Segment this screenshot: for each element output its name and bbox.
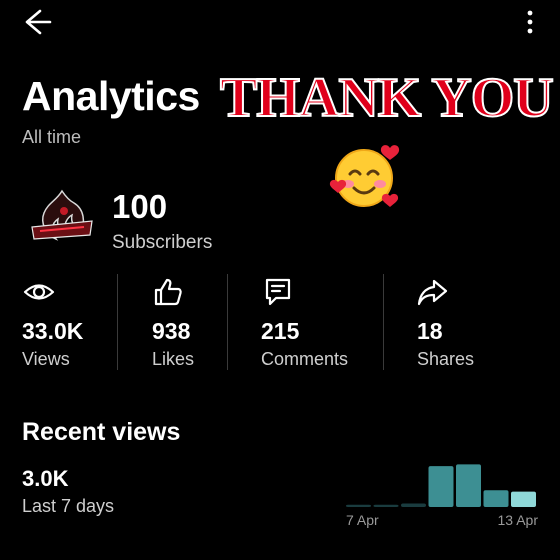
recent-views-title: Recent views <box>22 418 181 446</box>
arrow-left-icon <box>25 9 52 35</box>
date-range-label[interactable]: All time <box>22 126 81 148</box>
likes-label: Likes <box>152 349 195 369</box>
more-options-button[interactable] <box>518 8 542 36</box>
shares-label: Shares <box>417 349 475 369</box>
thumbs-up-icon <box>152 277 186 307</box>
chart-bar <box>428 466 454 507</box>
back-button[interactable] <box>20 6 56 38</box>
more-vertical-icon <box>527 10 533 34</box>
views-label: Views <box>22 349 70 369</box>
comments-value: 215 <box>261 318 300 344</box>
views-value: 33.0K <box>22 318 84 344</box>
eye-icon <box>22 277 56 307</box>
chart-bar <box>483 490 509 507</box>
subscriber-label: Subscribers <box>112 232 213 253</box>
chart-start-date-label: 7 Apr <box>346 512 379 528</box>
chart-end-date-label: 13 Apr <box>498 512 539 528</box>
subscriber-count: 100 <box>112 188 168 225</box>
chart-bar <box>373 504 399 507</box>
chart-bar <box>346 504 371 507</box>
shares-value: 18 <box>417 318 443 344</box>
thank-you-overlay: THANK YOU <box>219 66 555 130</box>
chart-bar <box>401 503 426 507</box>
share-icon <box>416 277 450 307</box>
likes-value: 938 <box>152 318 191 344</box>
comment-icon <box>262 277 296 307</box>
recent-views-chart[interactable]: 7 Apr 13 Apr <box>340 455 540 535</box>
recent-views-value: 3.0K <box>22 466 69 491</box>
smiling-face-with-hearts-icon <box>328 138 404 214</box>
chart-bar <box>456 464 481 507</box>
recent-views-period: Last 7 days <box>22 496 115 516</box>
chart-bar <box>511 491 536 507</box>
comments-label: Comments <box>261 349 349 369</box>
page-title: Analytics <box>22 73 200 119</box>
channel-avatar <box>26 187 98 253</box>
